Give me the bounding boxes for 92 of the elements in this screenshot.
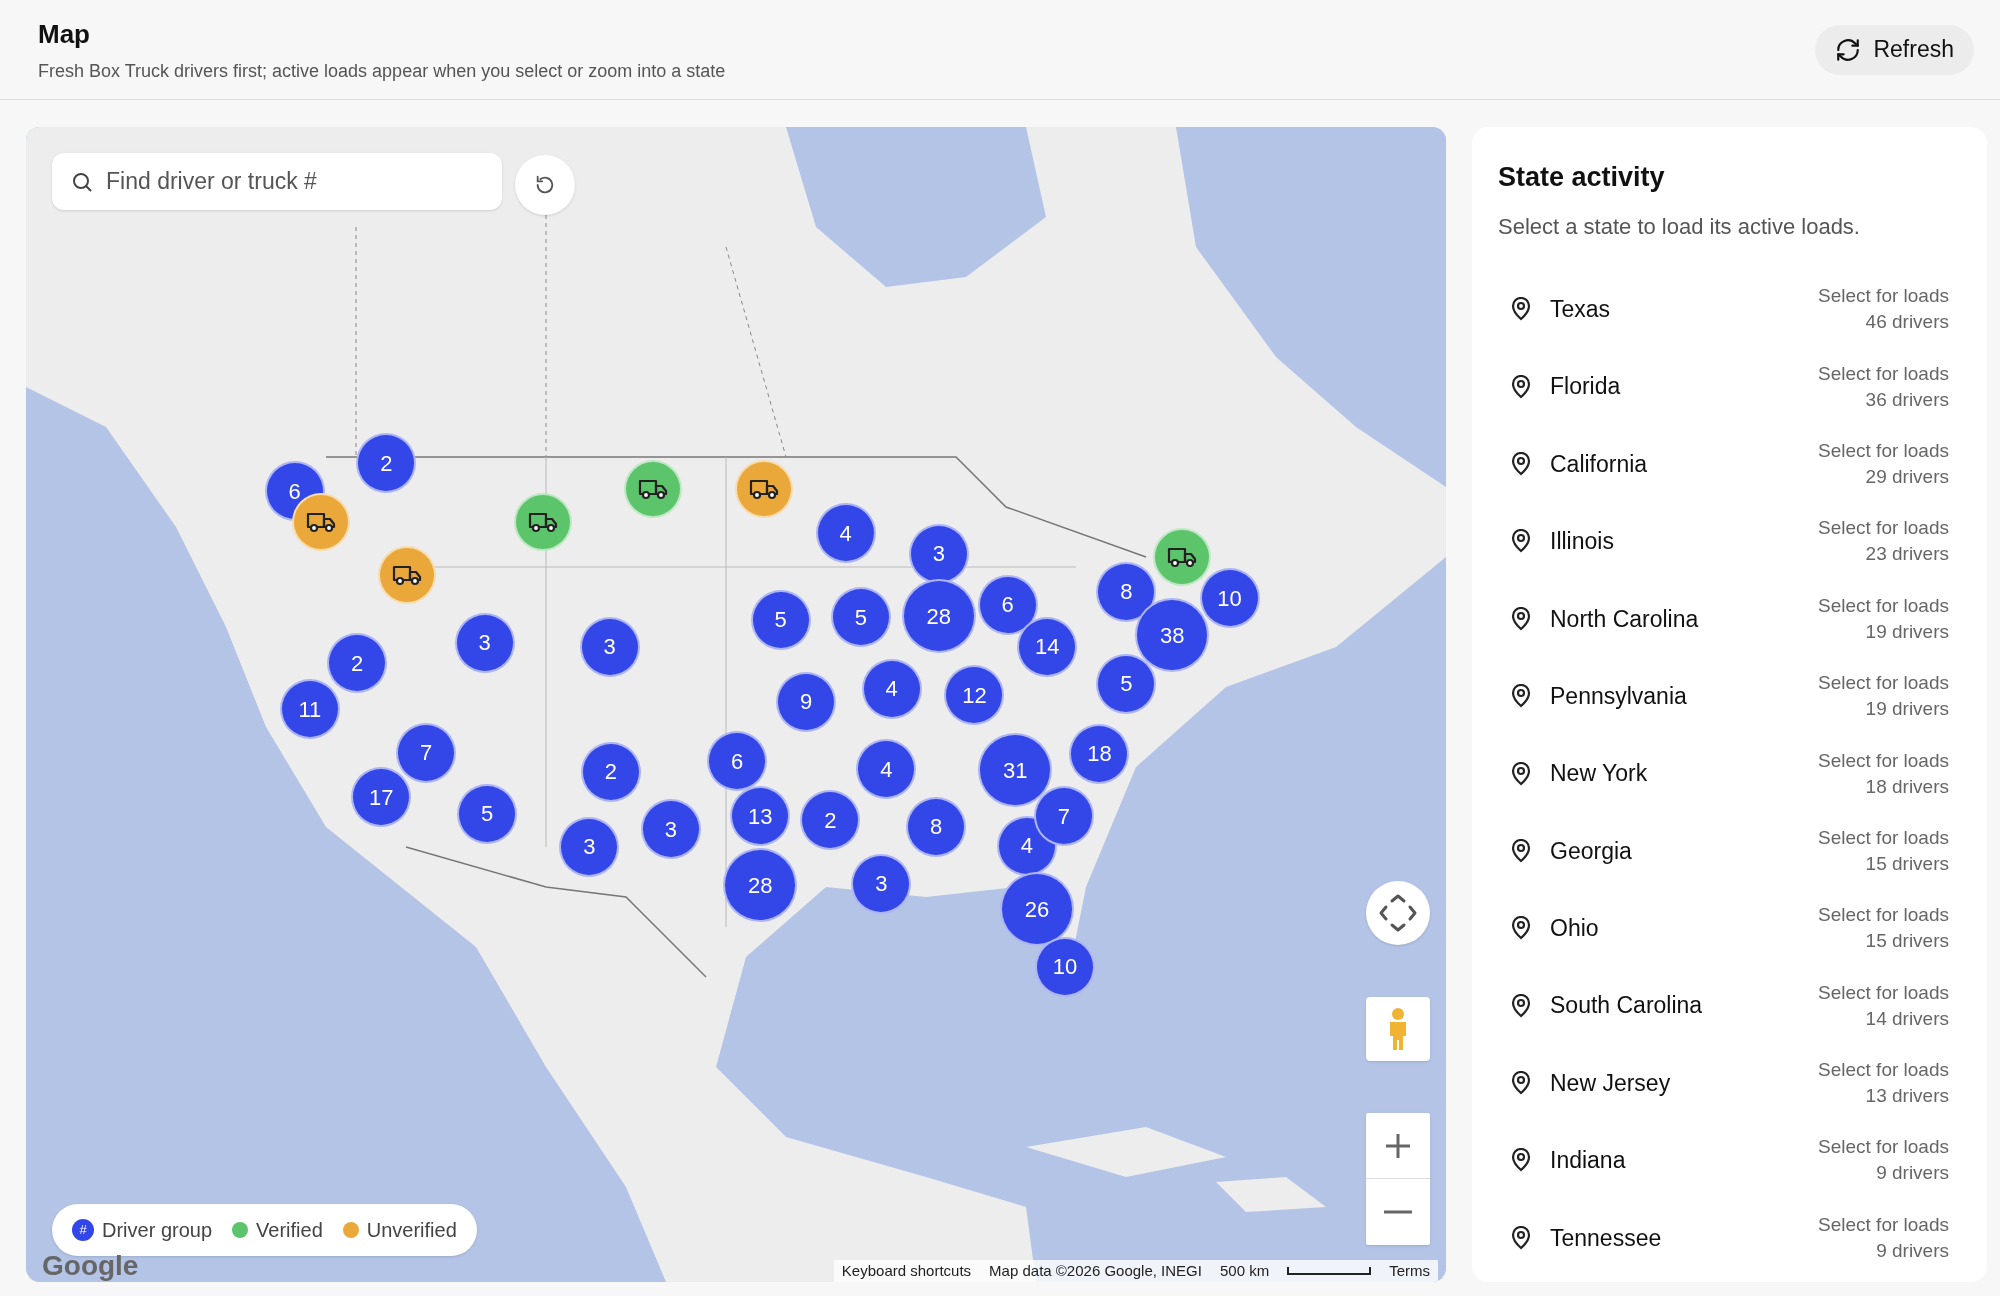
state-row[interactable]: North Carolina Select for loads 19 drivers — [1498, 580, 1961, 658]
rotate-icon — [534, 174, 556, 196]
select-loads-label: Select for loads — [1818, 1212, 1949, 1237]
state-row[interactable]: Pennsylvania Select for loads 19 drivers — [1498, 657, 1961, 735]
location-pin-icon — [1510, 916, 1532, 941]
state-name: New Jersey — [1550, 1068, 1671, 1098]
search-icon — [70, 170, 94, 194]
state-row[interactable]: California Select for loads 29 drivers — [1498, 425, 1961, 503]
select-loads-label: Select for loads — [1818, 825, 1949, 850]
driver-count: 13 drivers — [1865, 1084, 1949, 1109]
location-pin-icon — [1510, 529, 1532, 554]
driver-count: 9 drivers — [1876, 1238, 1949, 1263]
state-row[interactable]: Illinois Select for loads 23 drivers — [1498, 502, 1961, 581]
select-loads-label: Select for loads — [1818, 361, 1949, 386]
refresh-button[interactable]: Refresh — [1815, 24, 1974, 75]
state-name: California — [1550, 449, 1648, 479]
page-title: Map — [38, 17, 91, 51]
truck-icon — [528, 510, 559, 533]
attribution-link[interactable]: Map data ©2026 Google, INEGI — [989, 1259, 1202, 1282]
state-row[interactable]: New York Select for loads 18 drivers — [1498, 734, 1961, 813]
attribution-link[interactable]: Terms — [1389, 1259, 1430, 1282]
location-pin-icon — [1510, 1225, 1532, 1250]
driver-count: 15 drivers — [1865, 929, 1949, 954]
location-pin-icon — [1510, 684, 1532, 709]
legend-label: Verified — [256, 1218, 323, 1243]
select-loads-label: Select for loads — [1818, 980, 1949, 1005]
location-pin-icon — [1510, 374, 1532, 399]
driver-count: 19 drivers — [1865, 619, 1949, 644]
truck-icon — [1167, 546, 1198, 569]
legend-label: Driver group — [102, 1218, 213, 1243]
driver-count: 19 drivers — [1865, 697, 1949, 722]
driver-count: 23 drivers — [1865, 542, 1949, 567]
state-row[interactable]: South Carolina Select for loads 14 drivers — [1498, 967, 1961, 1045]
truck-icon — [306, 510, 337, 533]
state-name: North Carolina — [1550, 604, 1699, 634]
truck-icon — [749, 477, 779, 500]
select-loads-label: Select for loads — [1818, 671, 1949, 696]
location-pin-icon — [1510, 838, 1532, 863]
select-loads-label: Select for loads — [1818, 1058, 1949, 1083]
minus-icon — [1384, 1210, 1412, 1214]
panel-title: State activity — [1498, 161, 1666, 194]
page-subtitle: Fresh Box Truck drivers first; active loads appear when you select or zoom into a state — [38, 59, 726, 83]
driver-count: 46 drivers — [1865, 310, 1949, 335]
refresh-icon — [1835, 36, 1862, 63]
driver-count: 15 drivers — [1865, 851, 1949, 876]
select-loads-label: Select for loads — [1818, 1135, 1949, 1160]
location-pin-icon — [1510, 1148, 1532, 1173]
panel-subtitle: Select a state to load its active loads. — [1498, 212, 1861, 241]
state-row[interactable]: Texas Select for loads 46 drivers — [1498, 270, 1961, 348]
state-row[interactable]: Georgia Select for loads 15 drivers — [1498, 812, 1961, 890]
select-loads-label: Select for loads — [1818, 593, 1949, 618]
select-loads-label: Select for loads — [1818, 438, 1949, 463]
state-name: Pennsylvania — [1550, 681, 1687, 711]
search-field[interactable]: Find driver or truck # — [52, 153, 502, 210]
driver-count: 14 drivers — [1865, 1006, 1949, 1031]
state-row[interactable]: Florida Select for loads 36 drivers — [1498, 347, 1961, 426]
select-loads-label: Select for loads — [1818, 748, 1949, 773]
select-loads-label: Select for loads — [1818, 516, 1949, 541]
location-pin-icon — [1510, 606, 1532, 631]
state-name: New York — [1550, 759, 1648, 789]
state-name: South Carolina — [1550, 991, 1703, 1021]
driver-count: 9 drivers — [1876, 1161, 1949, 1186]
driver-count: 18 drivers — [1865, 774, 1949, 799]
move-icon — [1378, 893, 1418, 933]
legend-label: Unverified — [366, 1218, 457, 1243]
map-logo: Google — [42, 1249, 139, 1282]
scale-label: 500 km — [1219, 1260, 1270, 1281]
location-pin-icon — [1510, 993, 1532, 1018]
driver-count: 36 drivers — [1865, 387, 1949, 412]
location-pin-icon — [1510, 1071, 1532, 1096]
state-row[interactable]: Indiana Select for loads 9 drivers — [1498, 1121, 1961, 1200]
location-pin-icon — [1510, 297, 1532, 322]
attribution-link[interactable]: Keyboard shortcuts — [841, 1259, 972, 1282]
truck-icon — [391, 564, 422, 587]
state-row[interactable]: Ohio Select for loads 15 drivers — [1498, 889, 1961, 967]
select-loads-label: Select for loads — [1818, 284, 1949, 309]
location-pin-icon — [1510, 451, 1532, 476]
truck-icon — [638, 477, 669, 500]
state-row[interactable]: New Jersey Select for loads 13 drivers — [1498, 1044, 1961, 1122]
state-name: Texas — [1550, 294, 1611, 324]
state-name: Georgia — [1550, 836, 1632, 866]
select-loads-label: Select for loads — [1818, 903, 1949, 928]
location-pin-icon — [1510, 761, 1532, 786]
state-name: Florida — [1550, 372, 1621, 402]
state-name: Illinois — [1550, 527, 1614, 557]
state-name: Indiana — [1550, 1146, 1626, 1176]
plus-icon — [1384, 1131, 1412, 1160]
driver-count: 29 drivers — [1865, 464, 1949, 489]
group-swatch: # — [72, 1219, 94, 1241]
state-row[interactable]: Tennessee Select for loads 9 drivers — [1498, 1199, 1961, 1277]
state-name: Tennessee — [1550, 1223, 1662, 1253]
state-name: Ohio — [1550, 914, 1599, 944]
